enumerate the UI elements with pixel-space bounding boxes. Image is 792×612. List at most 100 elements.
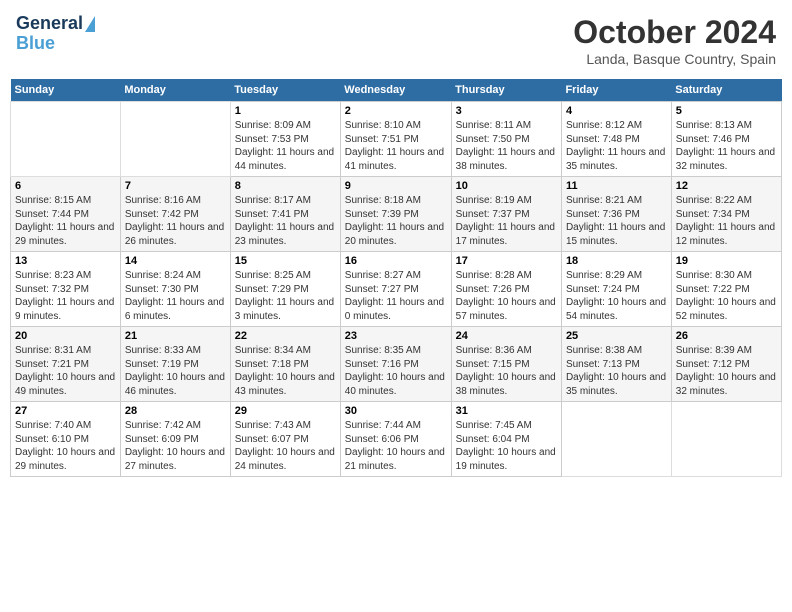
day-number: 23 xyxy=(345,330,447,342)
day-info: Sunrise: 8:18 AM Sunset: 7:39 PM Dayligh… xyxy=(345,194,447,248)
calendar-cell xyxy=(11,102,121,177)
day-number: 10 xyxy=(456,180,557,192)
calendar-cell: 12 Sunrise: 8:22 AM Sunset: 7:34 PM Dayli… xyxy=(671,177,781,252)
day-header-wednesday: Wednesday xyxy=(340,79,451,102)
day-info: Sunrise: 7:45 AM Sunset: 6:04 PM Dayligh… xyxy=(456,419,557,473)
calendar-cell: 29Sunrise: 7:43 AM Sunset: 6:07 PM Dayli… xyxy=(230,402,340,477)
day-info: Sunrise: 8:38 AM Sunset: 7:13 PM Dayligh… xyxy=(566,344,667,398)
day-header-friday: Friday xyxy=(561,79,671,102)
day-number: 12 xyxy=(676,180,777,192)
calendar-cell: 19Sunrise: 8:30 AM Sunset: 7:22 PM Dayli… xyxy=(671,252,781,327)
day-number: 20 xyxy=(15,330,116,342)
calendar-cell: 23 Sunrise: 8:35 AM Sunset: 7:16 PM Dayli… xyxy=(340,327,451,402)
day-number: 9 xyxy=(345,180,447,192)
calendar-cell: 25 Sunrise: 8:38 AM Sunset: 7:13 PM Dayli… xyxy=(561,327,671,402)
day-info: Sunrise: 8:36 AM Sunset: 7:15 PM Dayligh… xyxy=(456,344,557,398)
day-number: 1 xyxy=(235,105,336,117)
day-info: Sunrise: 8:35 AM Sunset: 7:16 PM Dayligh… xyxy=(345,344,447,398)
day-info: Sunrise: 8:21 AM Sunset: 7:36 PM Dayligh… xyxy=(566,194,667,248)
day-number: 5 xyxy=(676,105,777,117)
day-number: 29 xyxy=(235,405,336,417)
calendar-cell: 20 Sunrise: 8:31 AM Sunset: 7:21 PM Dayli… xyxy=(11,327,121,402)
day-info: Sunrise: 8:17 AM Sunset: 7:41 PM Dayligh… xyxy=(235,194,336,248)
day-header-sunday: Sunday xyxy=(11,79,121,102)
day-number: 22 xyxy=(235,330,336,342)
day-info: Sunrise: 7:40 AM Sunset: 6:10 PM Dayligh… xyxy=(15,419,116,473)
calendar-cell: 21 Sunrise: 8:33 AM Sunset: 7:19 PM Dayli… xyxy=(120,327,230,402)
calendar-cell: 22 Sunrise: 8:34 AM Sunset: 7:18 PM Dayli… xyxy=(230,327,340,402)
day-info: Sunrise: 8:10 AM Sunset: 7:51 PM Dayligh… xyxy=(345,119,447,173)
logo-triangle-icon xyxy=(85,16,95,32)
day-info: Sunrise: 8:28 AM Sunset: 7:26 PM Dayligh… xyxy=(456,269,557,323)
calendar-cell: 10 Sunrise: 8:19 AM Sunset: 7:37 PM Dayli… xyxy=(451,177,561,252)
day-info: Sunrise: 8:12 AM Sunset: 7:48 PM Dayligh… xyxy=(566,119,667,173)
calendar-cell: 5 Sunrise: 8:13 AM Sunset: 7:46 PM Daylig… xyxy=(671,102,781,177)
month-title: October 2024 xyxy=(573,14,776,51)
day-info: Sunrise: 8:19 AM Sunset: 7:37 PM Dayligh… xyxy=(456,194,557,248)
day-number: 24 xyxy=(456,330,557,342)
day-number: 4 xyxy=(566,105,667,117)
day-info: Sunrise: 8:39 AM Sunset: 7:12 PM Dayligh… xyxy=(676,344,777,398)
day-info: Sunrise: 7:44 AM Sunset: 6:06 PM Dayligh… xyxy=(345,419,447,473)
calendar-cell: 3 Sunrise: 8:11 AM Sunset: 7:50 PM Daylig… xyxy=(451,102,561,177)
title-block: October 2024 Landa, Basque Country, Spai… xyxy=(573,14,776,67)
day-header-monday: Monday xyxy=(120,79,230,102)
calendar-cell: 9 Sunrise: 8:18 AM Sunset: 7:39 PM Daylig… xyxy=(340,177,451,252)
day-number: 31 xyxy=(456,405,557,417)
day-number: 28 xyxy=(125,405,226,417)
calendar-cell xyxy=(561,402,671,477)
calendar-week-row: 13 Sunrise: 8:23 AM Sunset: 7:32 PM Dayli… xyxy=(11,252,782,327)
calendar-cell: 26 Sunrise: 8:39 AM Sunset: 7:12 PM Dayli… xyxy=(671,327,781,402)
day-number: 3 xyxy=(456,105,557,117)
day-header-saturday: Saturday xyxy=(671,79,781,102)
day-number: 13 xyxy=(15,255,116,267)
calendar-cell: 17 Sunrise: 8:28 AM Sunset: 7:26 PM Dayli… xyxy=(451,252,561,327)
day-info: Sunrise: 8:27 AM Sunset: 7:27 PM Dayligh… xyxy=(345,269,447,323)
calendar-cell: 7Sunrise: 8:16 AM Sunset: 7:42 PM Daylig… xyxy=(120,177,230,252)
day-number: 16 xyxy=(345,255,447,267)
day-info: Sunrise: 8:11 AM Sunset: 7:50 PM Dayligh… xyxy=(456,119,557,173)
day-info: Sunrise: 8:31 AM Sunset: 7:21 PM Dayligh… xyxy=(15,344,116,398)
logo-text-general: General xyxy=(16,14,83,34)
day-number: 26 xyxy=(676,330,777,342)
day-header-tuesday: Tuesday xyxy=(230,79,340,102)
day-number: 25 xyxy=(566,330,667,342)
day-info: Sunrise: 8:29 AM Sunset: 7:24 PM Dayligh… xyxy=(566,269,667,323)
calendar-cell: 15Sunrise: 8:25 AM Sunset: 7:29 PM Dayli… xyxy=(230,252,340,327)
calendar-cell: 28 Sunrise: 7:42 AM Sunset: 6:09 PM Dayli… xyxy=(120,402,230,477)
calendar-cell: 16 Sunrise: 8:27 AM Sunset: 7:27 PM Dayli… xyxy=(340,252,451,327)
day-number: 30 xyxy=(345,405,447,417)
day-info: Sunrise: 8:13 AM Sunset: 7:46 PM Dayligh… xyxy=(676,119,777,173)
calendar-cell: 31 Sunrise: 7:45 AM Sunset: 6:04 PM Dayli… xyxy=(451,402,561,477)
calendar-cell: 8Sunrise: 8:17 AM Sunset: 7:41 PM Daylig… xyxy=(230,177,340,252)
day-number: 7 xyxy=(125,180,226,192)
day-number: 21 xyxy=(125,330,226,342)
calendar-cell xyxy=(671,402,781,477)
day-number: 14 xyxy=(125,255,226,267)
day-info: Sunrise: 8:24 AM Sunset: 7:30 PM Dayligh… xyxy=(125,269,226,323)
calendar-week-row: 27 Sunrise: 7:40 AM Sunset: 6:10 PM Dayli… xyxy=(11,402,782,477)
calendar-cell: 11 Sunrise: 8:21 AM Sunset: 7:36 PM Dayli… xyxy=(561,177,671,252)
calendar-cell: 1 Sunrise: 8:09 AM Sunset: 7:53 PM Daylig… xyxy=(230,102,340,177)
day-info: Sunrise: 8:22 AM Sunset: 7:34 PM Dayligh… xyxy=(676,194,777,248)
day-number: 27 xyxy=(15,405,116,417)
day-header-thursday: Thursday xyxy=(451,79,561,102)
day-info: Sunrise: 8:15 AM Sunset: 7:44 PM Dayligh… xyxy=(15,194,116,248)
calendar-cell: 2Sunrise: 8:10 AM Sunset: 7:51 PM Daylig… xyxy=(340,102,451,177)
day-info: Sunrise: 8:23 AM Sunset: 7:32 PM Dayligh… xyxy=(15,269,116,323)
day-info: Sunrise: 8:34 AM Sunset: 7:18 PM Dayligh… xyxy=(235,344,336,398)
day-info: Sunrise: 7:42 AM Sunset: 6:09 PM Dayligh… xyxy=(125,419,226,473)
day-number: 11 xyxy=(566,180,667,192)
day-info: Sunrise: 8:09 AM Sunset: 7:53 PM Dayligh… xyxy=(235,119,336,173)
calendar-week-row: 20 Sunrise: 8:31 AM Sunset: 7:21 PM Dayli… xyxy=(11,327,782,402)
calendar-cell: 6 Sunrise: 8:15 AM Sunset: 7:44 PM Daylig… xyxy=(11,177,121,252)
calendar-body: 1 Sunrise: 8:09 AM Sunset: 7:53 PM Daylig… xyxy=(11,102,782,477)
day-info: Sunrise: 8:33 AM Sunset: 7:19 PM Dayligh… xyxy=(125,344,226,398)
calendar-cell: 27 Sunrise: 7:40 AM Sunset: 6:10 PM Dayli… xyxy=(11,402,121,477)
calendar-cell: 30 Sunrise: 7:44 AM Sunset: 6:06 PM Dayli… xyxy=(340,402,451,477)
day-number: 17 xyxy=(456,255,557,267)
day-number: 6 xyxy=(15,180,116,192)
day-number: 15 xyxy=(235,255,336,267)
calendar-cell: 13 Sunrise: 8:23 AM Sunset: 7:32 PM Dayli… xyxy=(11,252,121,327)
calendar-cell xyxy=(120,102,230,177)
